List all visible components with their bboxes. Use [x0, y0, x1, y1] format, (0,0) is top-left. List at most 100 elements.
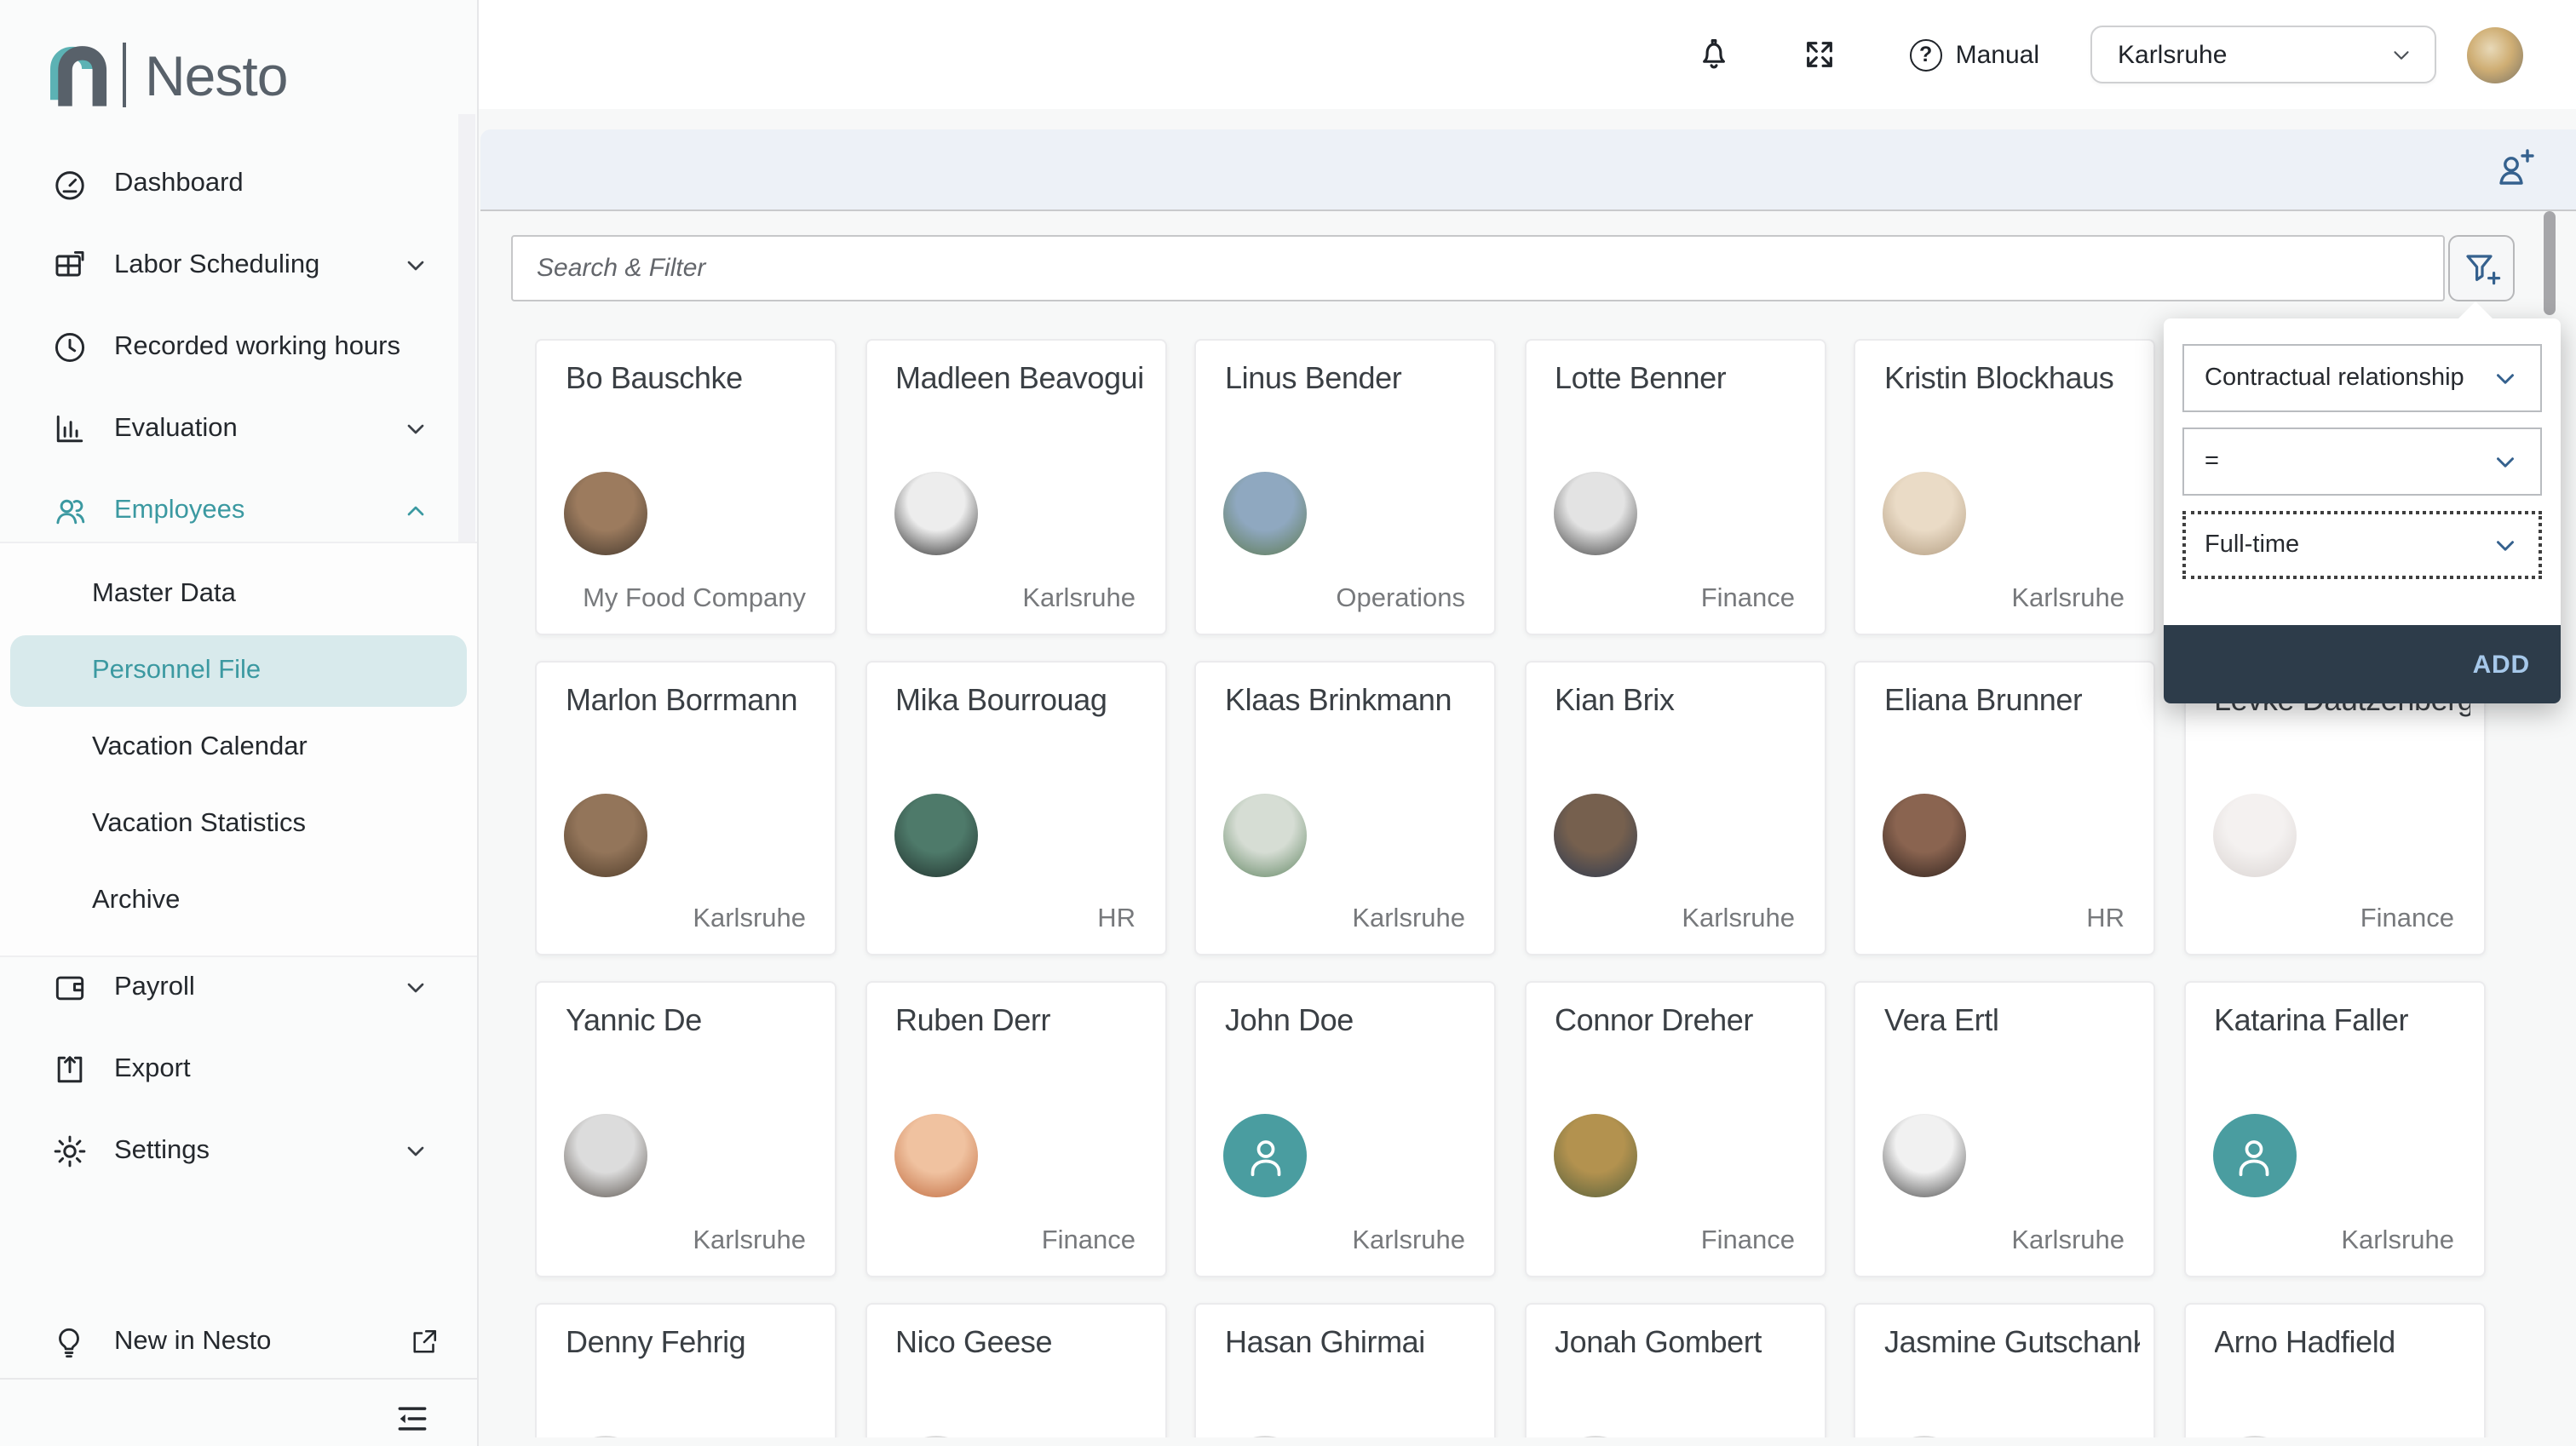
sidebar-item-settings[interactable]: Settings [0, 1110, 477, 1192]
employee-avatar [1553, 1435, 1636, 1437]
sidebar-subitem-label: Personnel File [92, 656, 261, 686]
employee-card-bo-bauschke[interactable]: Bo BauschkeMy Food Company [535, 339, 837, 634]
sidebar-subitem-vacation-statistics[interactable]: Vacation Statistics [10, 789, 467, 860]
sidebar-subitem-archive[interactable]: Archive [10, 865, 467, 937]
add-employee-icon[interactable] [2494, 148, 2535, 189]
employee-card-ruben-derr[interactable]: Ruben Derr Finance [865, 981, 1166, 1277]
employee-name: Eliana Brunner [1884, 682, 2083, 718]
employee-card-marlon-borrmann[interactable]: Marlon BorrmannKarlsruhe [535, 660, 837, 955]
employee-avatar-placeholder [2212, 1114, 2296, 1197]
employee-card-mika-bourrouag[interactable]: Mika BourrouagHR [865, 660, 1166, 955]
employee-name: Nico Geese [895, 1324, 1052, 1360]
employee-name: Connor Dreher [1555, 1003, 1753, 1039]
sidebar-subitem-master-data[interactable]: Master Data [10, 559, 467, 630]
sidebar-item-evaluation[interactable]: Evaluation [0, 388, 477, 470]
sidebar-subitem-label: Archive [92, 886, 180, 916]
filter-field-select[interactable]: Contractual relationship [2182, 344, 2542, 412]
popover-caret [2457, 301, 2494, 320]
employee-avatar [564, 793, 647, 876]
employee-avatar [2212, 1435, 2296, 1437]
employee-location: Karlsruhe [693, 1225, 806, 1256]
employee-card-nico-geese[interactable]: Nico Geese [865, 1302, 1166, 1437]
employee-card-kristin-blockhaus[interactable]: Kristin BlockhausKarlsruhe [1854, 339, 2155, 634]
employee-avatar [564, 472, 647, 555]
employee-avatar [1883, 793, 1966, 876]
employee-name: Marlon Borrmann [566, 682, 797, 718]
employee-card-eliana-brunner[interactable]: Eliana BrunnerHR [1854, 660, 2155, 955]
manual-label: Manual [1956, 40, 2039, 69]
chevron-down-icon [402, 974, 429, 1001]
employee-card-yannic-de[interactable]: Yannic DeKarlsruhe [535, 981, 837, 1277]
employee-name: Linus Bender [1225, 361, 1401, 397]
employee-card-levke-dautzenberg[interactable]: Levke DautzenbergFinance [2183, 660, 2485, 955]
employee-avatar [1883, 472, 1966, 555]
employee-location: Karlsruhe [1352, 1225, 1465, 1256]
employee-avatar [1553, 793, 1636, 876]
add-filter-confirm-button[interactable]: ADD [2164, 625, 2561, 703]
employee-card-john-doe[interactable]: John Doe Karlsruhe [1194, 981, 1496, 1277]
clock-icon [51, 329, 89, 366]
employee-card-kian-brix[interactable]: Kian BrixKarlsruhe [1524, 660, 1826, 955]
employee-name: John Doe [1225, 1003, 1354, 1039]
user-avatar[interactable] [2467, 26, 2523, 83]
sidebar-item-labor-scheduling[interactable]: Labor Scheduling [0, 225, 477, 307]
employee-card-lotte-benner[interactable]: Lotte BennerFinance [1524, 339, 1826, 634]
sidebar-item-label: Settings [114, 1136, 402, 1167]
sidebar-item-dashboard[interactable]: Dashboard [0, 143, 477, 225]
add-filter-button[interactable] [2448, 235, 2515, 301]
fullscreen-icon[interactable] [1803, 37, 1837, 72]
employee-location: Finance [1042, 1225, 1136, 1256]
sidebar-item-new-in-nesto[interactable]: New in Nesto [0, 1305, 477, 1380]
nesto-logo[interactable]: Nesto [51, 37, 287, 112]
employee-avatar [1553, 1114, 1636, 1197]
employee-name: Klaas Brinkmann [1225, 682, 1452, 718]
sidebar-item-employees[interactable]: Employees [0, 470, 477, 552]
employee-avatar [564, 1435, 647, 1437]
sidebar-subitem-label: Vacation Calendar [92, 732, 308, 763]
search-input[interactable] [511, 235, 2445, 301]
employee-name: Jonah Gombert [1555, 1324, 1762, 1360]
employee-name: Lotte Benner [1555, 361, 1726, 397]
manual-link[interactable]: ? Manual [1910, 38, 2039, 71]
employee-card-klaas-brinkmann[interactable]: Klaas BrinkmannKarlsruhe [1194, 660, 1496, 955]
employee-name: Denny Fehrig [566, 1324, 745, 1360]
wallet-icon [51, 969, 89, 1007]
employee-name: Ruben Derr [895, 1003, 1050, 1039]
sidebar-subitem-personnel-file[interactable]: Personnel File [10, 635, 467, 707]
sidebar-subitem-label: Vacation Statistics [92, 809, 306, 840]
employee-card-denny-fehrig[interactable]: Denny Fehrig [535, 1302, 837, 1437]
content-scrollbar[interactable] [2544, 211, 2556, 315]
employee-card-madleen-beavogui[interactable]: Madleen BeavoguiKarlsruhe [865, 339, 1166, 634]
employee-card-jonah-gombert[interactable]: Jonah Gombert [1524, 1302, 1826, 1437]
employee-card-hasan-ghirmai[interactable]: Hasan Ghirmai [1194, 1302, 1496, 1437]
people-icon [51, 492, 89, 530]
employee-avatar [1883, 1114, 1966, 1197]
employee-card-jasmine-gutschank[interactable]: Jasmine Gutschank [1854, 1302, 2155, 1437]
notifications-bell-icon[interactable] [1695, 36, 1733, 73]
sidebar-subitem-vacation-calendar[interactable]: Vacation Calendar [10, 712, 467, 783]
employee-location: Karlsruhe [2341, 1225, 2454, 1256]
chevron-down-icon [2389, 42, 2414, 67]
sidebar-item-payroll[interactable]: Payroll [0, 947, 477, 1029]
sidebar: Nesto DashboardLabor SchedulingRecorded … [0, 0, 479, 1446]
top-header: ? Manual Karlsruhe [479, 0, 2576, 109]
employee-card-arno-hadfield[interactable]: Arno Hadfield [2183, 1302, 2485, 1437]
employee-card-vera-ertl[interactable]: Vera ErtlKarlsruhe [1854, 981, 2155, 1277]
employee-card-connor-dreher[interactable]: Connor Dreher Finance [1524, 981, 1826, 1277]
employee-name: Arno Hadfield [2214, 1324, 2395, 1360]
employee-location: Finance [2360, 904, 2454, 935]
external-link-icon [409, 1327, 440, 1357]
employee-card-linus-bender[interactable]: Linus BenderOperations [1194, 339, 1496, 634]
new-in-nesto-label: New in Nesto [114, 1327, 409, 1357]
employee-location: Finance [1701, 1225, 1795, 1256]
employee-name: Jasmine Gutschank [1884, 1324, 2140, 1360]
chevron-down-icon [2491, 364, 2520, 393]
location-select[interactable]: Karlsruhe [2090, 26, 2436, 83]
employee-card-katarina-faller[interactable]: Katarina FallerKarlsruhe [2183, 981, 2485, 1277]
sidebar-item-export[interactable]: Export [0, 1029, 477, 1110]
sidebar-item-recorded-working-hours[interactable]: Recorded working hours [0, 307, 477, 388]
collapse-sidebar-icon[interactable] [394, 1400, 431, 1437]
employee-location: My Food Company [583, 583, 806, 614]
filter-value-select[interactable]: Full-time [2182, 511, 2542, 579]
filter-operator-select[interactable]: = [2182, 427, 2542, 496]
